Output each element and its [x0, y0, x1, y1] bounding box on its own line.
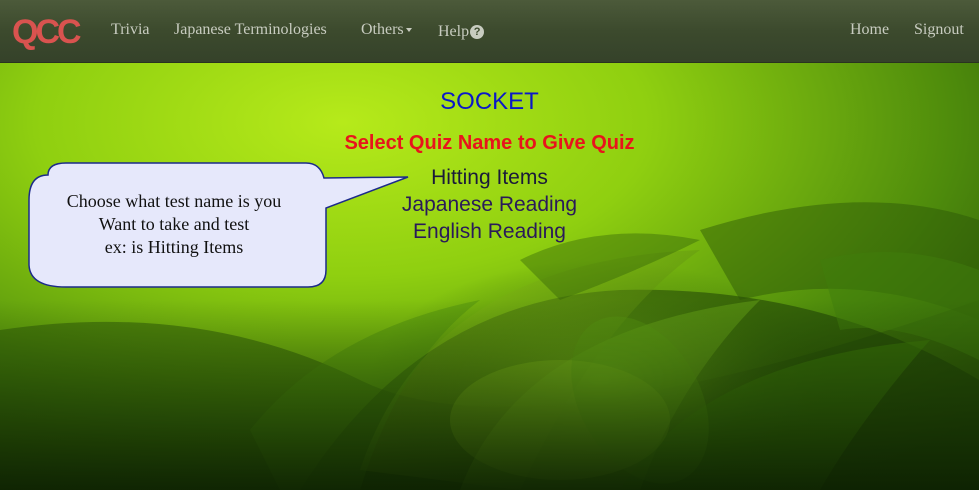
nav-help[interactable]: Help? — [438, 23, 485, 41]
question-circle-icon: ? — [470, 25, 485, 39]
callout-line: ex: is Hitting Items — [104, 237, 244, 257]
nav-others-label: Others — [361, 21, 404, 38]
nav-signout[interactable]: Signout — [914, 21, 964, 39]
page-title: SOCKET — [440, 88, 539, 115]
qcc-logo[interactable]: QCC — [12, 12, 88, 50]
callout-line: Choose what test name is you — [66, 191, 282, 211]
callout-text: Choose what test name is you Want to tak… — [34, 190, 314, 259]
nav-help-label: Help — [438, 23, 470, 40]
caret-down-icon — [405, 28, 412, 33]
quiz-heading: Select Quiz Name to Give Quiz — [344, 132, 635, 154]
callout-line: Want to take and test — [98, 214, 250, 234]
navbar: QCC Trivia Japanese Terminologies Others… — [0, 0, 979, 63]
nav-home[interactable]: Home — [850, 21, 889, 39]
nav-japanese-terminologies[interactable]: Japanese Terminologies — [174, 21, 327, 39]
nav-others-dropdown[interactable]: Others — [361, 21, 412, 39]
svg-text:QCC: QCC — [12, 13, 81, 50]
app-root: QCC Trivia Japanese Terminologies Others… — [0, 0, 979, 490]
nav-trivia[interactable]: Trivia — [111, 21, 150, 39]
